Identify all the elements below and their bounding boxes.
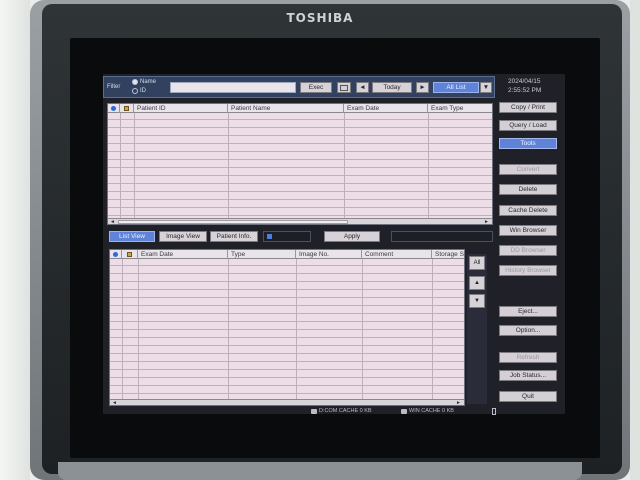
monitor-base [58, 462, 582, 480]
exec-button[interactable]: Exec [300, 82, 332, 93]
disk-icon [401, 408, 407, 414]
radio-id[interactable]: ID [132, 88, 146, 94]
exam-lock-icon [127, 252, 132, 257]
exam-scroll-left-icon[interactable]: ◄ [112, 400, 117, 406]
cache-delete-button[interactable]: Cache Delete [499, 205, 557, 216]
progress-indicator [263, 231, 311, 242]
grid-line [134, 113, 135, 219]
apply-button[interactable]: Apply [324, 231, 380, 242]
message-field [391, 231, 493, 242]
patient-browser-window: Filter Name ID Exec ◄ Today ► All List ▼… [103, 74, 565, 414]
convert-button[interactable]: Convert [499, 164, 557, 175]
grid-line [228, 113, 229, 219]
grid-line [432, 259, 433, 399]
exam-select-column[interactable] [110, 250, 122, 259]
win-cache-text: WIN CACHE 0 KB [409, 408, 454, 414]
quit-button[interactable]: Quit [499, 391, 557, 402]
col-exam-date-lower[interactable]: Exam Date [138, 250, 228, 259]
navigation-column: All ▲ ▼ [467, 254, 487, 404]
grid-line [362, 259, 363, 399]
usb-icon [492, 408, 496, 415]
select-column[interactable] [108, 104, 120, 113]
list-view-tab[interactable]: List View [109, 231, 155, 242]
scroll-thumb[interactable] [118, 220, 348, 224]
radio-name-icon [132, 79, 138, 85]
calendar-icon [340, 85, 348, 91]
col-type[interactable]: Type [228, 250, 296, 259]
option-button[interactable]: Option... [499, 325, 557, 336]
radio-id-label: ID [140, 88, 146, 94]
disk-icon [311, 408, 317, 414]
list-mode-select[interactable]: All List [433, 82, 479, 93]
filter-bar: Filter Name ID Exec ◄ Today ► All List ▼ [103, 76, 495, 98]
tools-button[interactable]: Tools [499, 138, 557, 149]
calendar-button[interactable] [337, 82, 351, 93]
delete-button[interactable]: Delete [499, 184, 557, 195]
col-storage[interactable]: Storage S [432, 250, 464, 259]
copy-print-button[interactable]: Copy / Print [499, 102, 557, 113]
exam-table-scrollbar[interactable]: ◄ ► [110, 399, 464, 406]
filter-input[interactable] [170, 82, 296, 93]
exam-scroll-right-icon[interactable]: ► [456, 400, 461, 406]
progress-icon [267, 234, 272, 239]
next-day-button[interactable]: ► [416, 82, 429, 93]
radio-name-label: Name [140, 79, 157, 85]
select-dot-icon [111, 106, 116, 111]
clock: 2024/04/15 2:55:52 PM [508, 77, 541, 95]
refresh-button[interactable]: Refresh [499, 352, 557, 363]
patient-table-scrollbar[interactable]: ◄ ► [108, 218, 492, 225]
background-wall [0, 0, 30, 480]
radio-name[interactable]: Name [132, 79, 156, 85]
list-mode-dropdown[interactable]: ▼ [480, 82, 492, 93]
eject-button[interactable]: Eject... [499, 306, 557, 317]
dd-browser-button[interactable]: DD Browser [499, 245, 557, 256]
col-patient-id[interactable]: Patient ID [134, 104, 228, 113]
d-cache-status: D:COM CACHE 0 KB [311, 408, 372, 414]
col-image-no[interactable]: Image No. [296, 250, 362, 259]
exam-select-dot-icon [113, 252, 118, 257]
query-load-button[interactable]: Query / Load [499, 120, 557, 131]
radio-id-icon [132, 88, 138, 94]
prev-day-button[interactable]: ◄ [356, 82, 369, 93]
grid-line [428, 113, 429, 219]
grid-line [122, 259, 123, 399]
d-cache-text: D:COM CACHE 0 KB [319, 408, 372, 414]
time-text: 2:55:52 PM [508, 87, 542, 94]
today-button[interactable]: Today [372, 82, 412, 93]
all-button[interactable]: All [469, 256, 485, 270]
patient-table[interactable]: Patient ID Patient Name Exam Date Exam T… [107, 103, 493, 225]
view-tab-bar: List View Image View Patient Info. Apply [109, 231, 493, 243]
filter-label: Filter [107, 84, 121, 90]
date-text: 2024/04/15 [508, 78, 541, 85]
job-status-button[interactable]: Job Status... [499, 370, 557, 381]
exam-lock-column[interactable] [122, 250, 138, 259]
brand-logo: TOSHIBA [286, 11, 354, 25]
grid-line [344, 113, 345, 219]
col-exam-date[interactable]: Exam Date [344, 104, 428, 113]
status-bar: D:COM CACHE 0 KB WIN CACHE 0 KB [205, 408, 505, 418]
background-wall-right [630, 0, 640, 480]
lock-column[interactable] [120, 104, 134, 113]
win-browser-button[interactable]: Win Browser [499, 225, 557, 236]
win-cache-status: WIN CACHE 0 KB [401, 408, 454, 414]
grid-line [138, 259, 139, 399]
exam-table-header: Exam Date Type Image No. Comment Storage… [110, 250, 464, 259]
scroll-left-icon[interactable]: ◄ [110, 219, 115, 225]
col-comment[interactable]: Comment [362, 250, 432, 259]
scroll-up-button[interactable]: ▲ [469, 276, 485, 290]
lock-icon [124, 106, 129, 111]
patient-info-tab[interactable]: Patient Info. [210, 231, 258, 242]
grid-line [120, 113, 121, 219]
history-browser-button[interactable]: History Browser [499, 265, 557, 276]
grid-line [296, 259, 297, 399]
image-view-tab[interactable]: Image View [159, 231, 207, 242]
scroll-down-button[interactable]: ▼ [469, 294, 485, 308]
col-exam-type[interactable]: Exam Type [428, 104, 492, 113]
grid-line [228, 259, 229, 399]
col-patient-name[interactable]: Patient Name [228, 104, 344, 113]
patient-table-header: Patient ID Patient Name Exam Date Exam T… [108, 104, 492, 113]
exam-table[interactable]: Exam Date Type Image No. Comment Storage… [109, 249, 465, 406]
scroll-right-icon[interactable]: ► [484, 219, 489, 225]
